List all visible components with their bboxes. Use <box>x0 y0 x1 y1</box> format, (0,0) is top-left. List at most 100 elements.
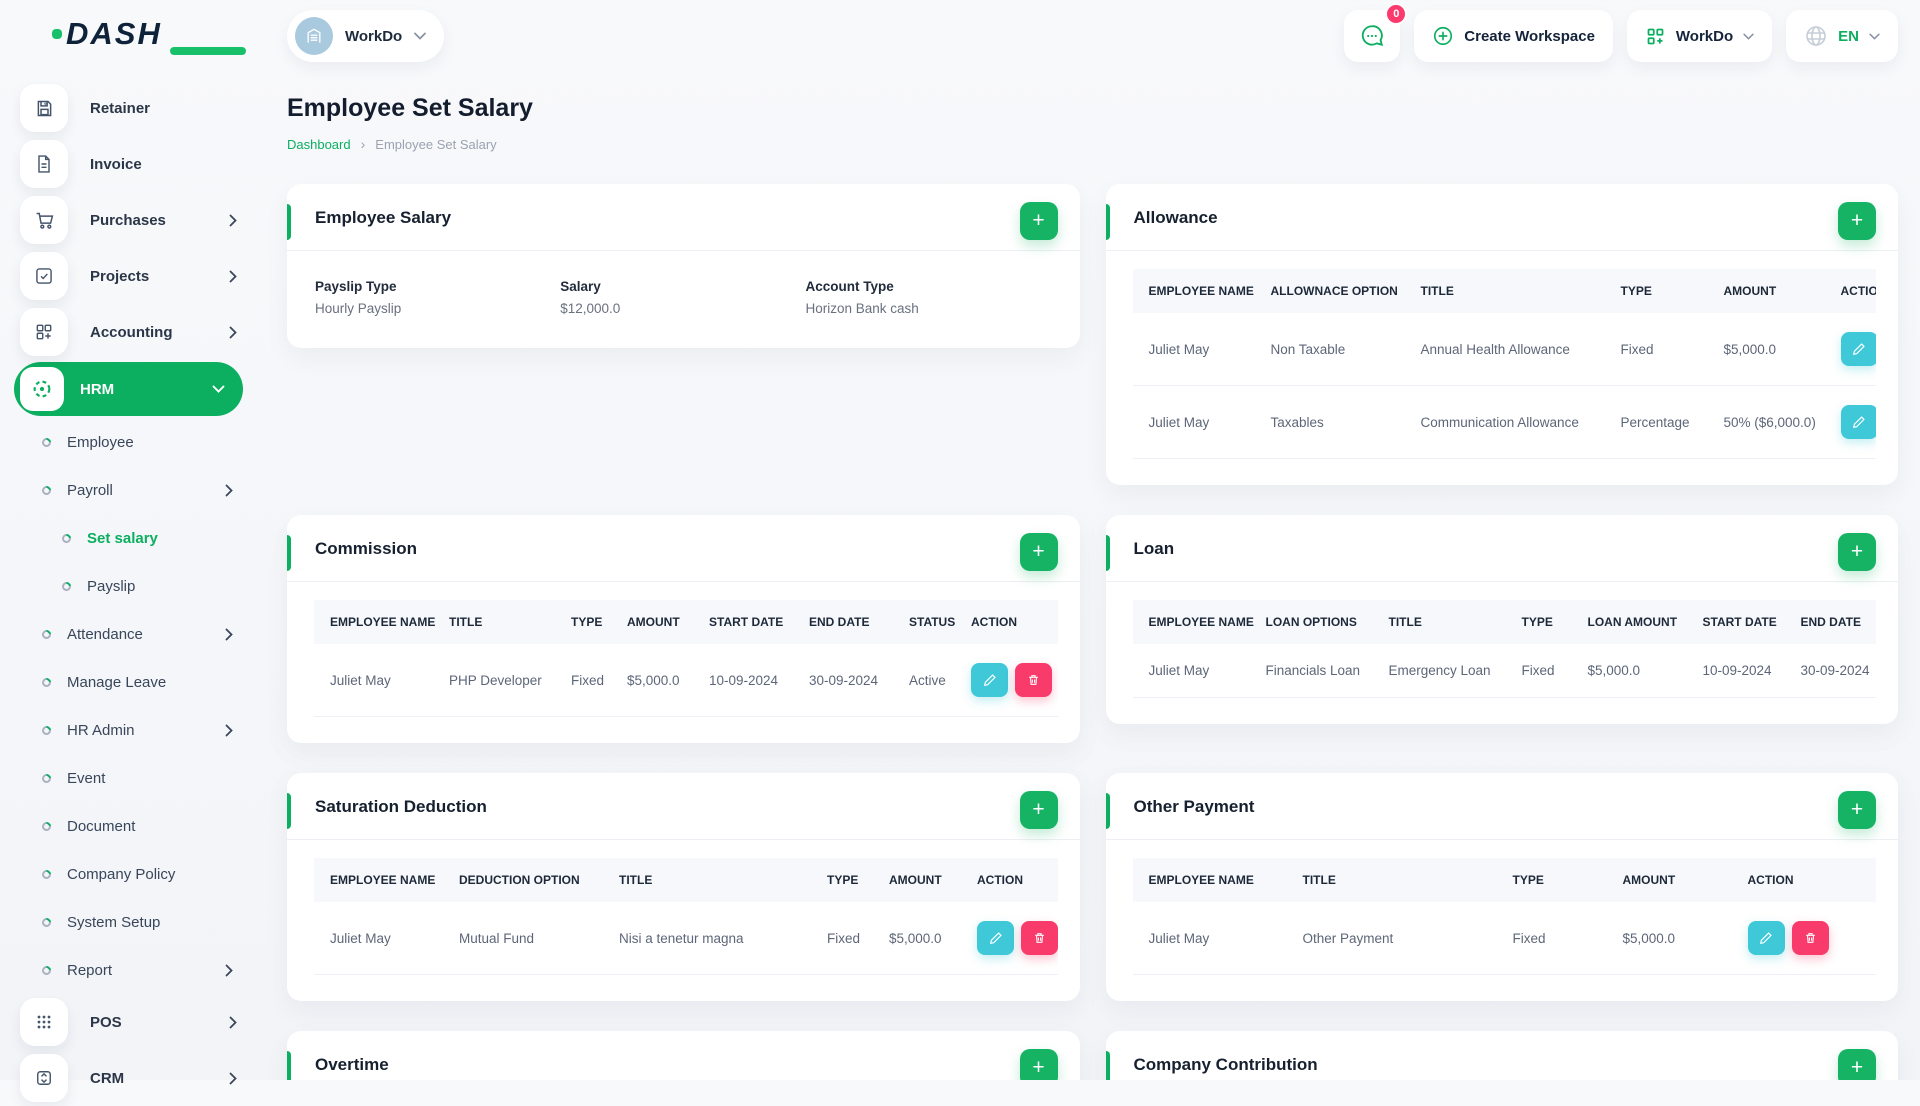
cell-title: Nisi a tenetur magna <box>609 902 817 975</box>
create-workspace-label: Create Workspace <box>1464 28 1595 45</box>
sidebar-item-hrm-active[interactable]: HRM <box>14 362 243 416</box>
sidebar-item-payroll[interactable]: Payroll <box>0 466 257 514</box>
column-header: START DATE <box>699 600 799 644</box>
sidebar-item-company-policy[interactable]: Company Policy <box>0 850 257 898</box>
workdo-menu-button[interactable]: WorkDo <box>1627 10 1772 62</box>
add-company-contribution-button[interactable]: + <box>1838 1049 1876 1080</box>
field-label: Account Type <box>806 279 1051 294</box>
edit-button[interactable] <box>1841 405 1877 439</box>
sidebar-item-invoice[interactable]: Invoice <box>0 136 257 192</box>
sidebar-item-label: Report <box>67 962 112 979</box>
sidebar-item-label: Event <box>67 770 105 787</box>
column-header: LOAN AMOUNT <box>1578 600 1693 644</box>
delete-button[interactable] <box>1792 921 1829 955</box>
cell-type: Percentage <box>1611 386 1714 459</box>
cell-type: Fixed <box>1611 313 1714 386</box>
cell-deduction-option: Mutual Fund <box>449 902 609 975</box>
sidebar-item-retainer[interactable]: Retainer <box>0 80 257 136</box>
chevron-right-icon <box>229 270 237 283</box>
sidebar-item-manage-leave[interactable]: Manage Leave <box>0 658 257 706</box>
loan-table: EMPLOYEE NAME LOAN OPTIONS TITLE TYPE LO… <box>1133 600 1877 698</box>
building-icon <box>304 26 324 46</box>
column-header: AMOUNT <box>1613 858 1738 902</box>
table-header-row: EMPLOYEE NAME ALLOWNACE OPTION TITLE TYP… <box>1133 269 1877 313</box>
divider <box>1106 250 1899 251</box>
app-logo[interactable]: DASH <box>52 16 162 52</box>
table-header-row: EMPLOYEE NAME LOAN OPTIONS TITLE TYPE LO… <box>1133 600 1877 644</box>
main-content: Employee Set Salary Dashboard › Employee… <box>257 72 1920 1080</box>
edit-button[interactable] <box>977 921 1014 955</box>
hrm-hub-icon <box>20 367 64 411</box>
card-title: Commission <box>315 539 417 558</box>
table-row: Juliet May Financials Loan Emergency Loa… <box>1133 644 1877 698</box>
sidebar-item-payslip[interactable]: Payslip <box>0 562 257 610</box>
edit-button[interactable] <box>1748 921 1785 955</box>
edit-button[interactable] <box>971 663 1008 697</box>
cell-title: Emergency Loan <box>1379 644 1512 698</box>
language-selector[interactable]: EN <box>1786 10 1898 62</box>
breadcrumb-dashboard-link[interactable]: Dashboard <box>287 137 351 152</box>
column-header: TITLE <box>1293 858 1503 902</box>
bullet-icon <box>60 532 73 545</box>
card-title: Loan <box>1134 539 1175 558</box>
grid-plus-icon <box>20 308 68 356</box>
sidebar-item-attendance[interactable]: Attendance <box>0 610 257 658</box>
messages-button[interactable]: 0 <box>1344 10 1400 62</box>
add-employee-salary-button[interactable]: + <box>1020 202 1058 240</box>
chevron-down-icon <box>1869 33 1880 40</box>
workspace-selector[interactable]: WorkDo <box>287 10 444 62</box>
create-workspace-button[interactable]: Create Workspace <box>1414 10 1613 62</box>
column-header: TYPE <box>1503 858 1613 902</box>
sidebar-item-employee[interactable]: Employee <box>0 418 257 466</box>
bullet-icon <box>40 964 53 977</box>
table-row: Juliet May Other Payment Fixed $5,000.0 <box>1133 902 1876 975</box>
sidebar-item-pos[interactable]: POS <box>0 994 257 1050</box>
table-header-row: EMPLOYEE NAME DEDUCTION OPTION TITLE TYP… <box>314 858 1058 902</box>
cell-end-date: 30-09-2024 <box>799 644 899 717</box>
delete-button[interactable] <box>1021 921 1058 955</box>
sidebar-item-system-setup[interactable]: System Setup <box>0 898 257 946</box>
card-title: Employee Salary <box>315 208 451 227</box>
sidebar-item-label: Purchases <box>90 212 166 229</box>
sidebar-item-accounting[interactable]: Accounting <box>0 304 257 360</box>
column-header: START DATE <box>1693 600 1791 644</box>
invoice-file-icon <box>20 140 68 188</box>
sidebar-item-crm[interactable]: CRM <box>0 1050 257 1106</box>
card-title: Saturation Deduction <box>315 797 487 816</box>
column-header: ALLOWNACE OPTION <box>1261 269 1411 313</box>
sidebar: Retainer Invoice Purchases Projects Acco… <box>0 72 257 1080</box>
cart-icon <box>20 196 68 244</box>
column-header: ACTION <box>1738 858 1876 902</box>
cell-employee-name: Juliet May <box>1133 644 1256 698</box>
sidebar-item-purchases[interactable]: Purchases <box>0 192 257 248</box>
bullet-icon <box>40 484 53 497</box>
add-other-payment-button[interactable]: + <box>1838 791 1876 829</box>
sidebar-item-document[interactable]: Document <box>0 802 257 850</box>
sidebar-item-projects[interactable]: Projects <box>0 248 257 304</box>
add-commission-button[interactable]: + <box>1020 533 1058 571</box>
column-header: ACTION <box>1831 269 1877 313</box>
card-title: Other Payment <box>1134 797 1255 816</box>
column-header: TITLE <box>1379 600 1512 644</box>
add-saturation-deduction-button[interactable]: + <box>1020 791 1058 829</box>
cell-employee-name: Juliet May <box>1133 386 1261 459</box>
sidebar-item-set-salary[interactable]: Set salary <box>0 514 257 562</box>
column-header: TYPE <box>1512 600 1578 644</box>
sidebar-item-label: Payroll <box>67 482 113 499</box>
commission-card: Commission + EMPLOYEE NAME TITLE TYPE AM… <box>287 515 1080 743</box>
bullet-icon <box>40 628 53 641</box>
cell-start-date: 10-09-2024 <box>1693 644 1791 698</box>
add-allowance-button[interactable]: + <box>1838 202 1876 240</box>
sidebar-item-event[interactable]: Event <box>0 754 257 802</box>
sidebar-item-hr-admin[interactable]: HR Admin <box>0 706 257 754</box>
delete-button[interactable] <box>1015 663 1052 697</box>
cell-actions <box>1738 902 1876 975</box>
chevron-right-icon <box>225 724 233 737</box>
divider <box>1106 581 1899 582</box>
company-contribution-card: Company Contribution + <box>1106 1031 1899 1080</box>
sidebar-item-report[interactable]: Report <box>0 946 257 994</box>
cell-amount: 50% ($6,000.0) <box>1714 386 1831 459</box>
edit-button[interactable] <box>1841 332 1877 366</box>
add-loan-button[interactable]: + <box>1838 533 1876 571</box>
add-overtime-button[interactable]: + <box>1020 1049 1058 1080</box>
